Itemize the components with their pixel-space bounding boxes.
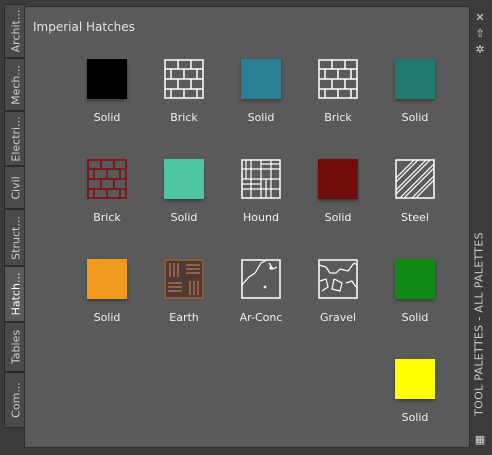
hatch-tool-solid[interactable]: Solid — [146, 159, 222, 239]
solid-swatch-icon — [318, 159, 358, 199]
close-icon[interactable]: ✕ — [474, 12, 486, 24]
hatch-tool-gravel[interactable]: Gravel — [300, 259, 376, 339]
brick-hatch-icon — [318, 59, 358, 99]
palette-title: TOOL PALETTES - ALL PALETTES — [472, 232, 486, 416]
hatch-tool-hound[interactable]: Hound — [223, 159, 299, 239]
tool-label: Solid — [401, 311, 429, 324]
palette-title-bar: ✕ ⇧ ✲ TOOL PALETTES - ALL PALETTES ▦ — [470, 4, 490, 452]
solid-swatch-icon — [87, 59, 127, 99]
tool-palette-window: Archit... Mech... Electri... Civil Struc… — [0, 0, 492, 455]
brick-hatch-icon — [164, 59, 204, 99]
tool-label: Steel — [401, 211, 429, 224]
tab-label: Com... — [9, 382, 22, 418]
palette-menu-icon[interactable]: ▦ — [474, 434, 486, 446]
hatch-tool-earth[interactable]: Earth — [146, 259, 222, 339]
palette-tab-strip: Archit... Mech... Electri... Civil Struc… — [4, 4, 26, 428]
hound-hatch-icon — [241, 159, 281, 199]
solid-swatch-icon — [164, 159, 204, 199]
tab-architectural[interactable]: Archit... — [4, 4, 26, 58]
tool-label: Earth — [169, 311, 199, 324]
solid-swatch-icon — [395, 59, 435, 99]
tab-mechanical[interactable]: Mech... — [4, 58, 26, 111]
tool-label: Hound — [243, 211, 279, 224]
hatch-tool-solid[interactable]: Solid — [377, 59, 453, 139]
tab-structural[interactable]: Struct... — [4, 209, 26, 266]
tab-command-tool-samples[interactable]: Com... — [4, 372, 26, 428]
tool-label: Brick — [324, 111, 352, 124]
hatch-tool-brick[interactable]: Brick — [300, 59, 376, 139]
tool-label: Solid — [93, 311, 121, 324]
tab-label: Mech... — [9, 64, 22, 105]
steel-hatch-icon — [395, 159, 435, 199]
section-title: Imperial Hatches — [33, 20, 135, 34]
tab-label: Archit... — [9, 9, 22, 53]
ar-conc-hatch-icon — [241, 259, 281, 299]
gravel-hatch-icon — [318, 259, 358, 299]
solid-swatch-icon — [395, 259, 435, 299]
earth-hatch-icon — [164, 259, 204, 299]
palette-content-panel: Imperial Hatches Solid Brick Solid Brick… — [24, 6, 486, 448]
properties-icon[interactable]: ✲ — [474, 44, 486, 56]
hatch-tool-brick[interactable]: Brick — [146, 59, 222, 139]
hatch-tool-solid[interactable]: Solid — [69, 59, 145, 139]
tab-label: Hatch... — [9, 272, 22, 316]
tool-label: Solid — [324, 211, 352, 224]
tool-label: Solid — [93, 111, 121, 124]
hatch-tool-solid[interactable]: Solid — [377, 259, 453, 339]
tool-label: Solid — [170, 211, 198, 224]
tool-label: Gravel — [319, 311, 357, 324]
brick-hatch-icon — [87, 159, 127, 199]
hatch-tool-solid[interactable]: Solid — [223, 59, 299, 139]
hatch-tool-ar-conc[interactable]: Ar-Conc — [223, 259, 299, 339]
solid-swatch-icon — [395, 359, 435, 399]
tool-label: Solid — [247, 111, 275, 124]
auto-hide-icon[interactable]: ⇧ — [474, 28, 486, 40]
tool-label: Brick — [170, 111, 198, 124]
tab-label: Civil — [9, 175, 22, 200]
hatch-tool-solid[interactable]: Solid — [69, 259, 145, 339]
hatch-tool-brick[interactable]: Brick — [69, 159, 145, 239]
tool-label: Brick — [93, 211, 121, 224]
tab-tables[interactable]: Tables — [4, 322, 26, 372]
solid-swatch-icon — [241, 59, 281, 99]
tab-hatches[interactable]: Hatch... — [4, 266, 26, 322]
hatch-tool-steel[interactable]: Steel — [377, 159, 453, 239]
tool-label: Solid — [401, 411, 429, 424]
tab-electrical[interactable]: Electri... — [4, 111, 26, 166]
tab-civil[interactable]: Civil — [4, 166, 26, 209]
tab-label: Struct... — [9, 215, 22, 260]
hatch-tool-solid[interactable]: Solid — [377, 359, 453, 439]
solid-swatch-icon — [87, 259, 127, 299]
hatch-tool-solid[interactable]: Solid — [300, 159, 376, 239]
tool-label: Solid — [401, 111, 429, 124]
tab-label: Electri... — [9, 115, 22, 162]
tab-label: Tables — [9, 329, 22, 365]
tool-label: Ar-Conc — [239, 311, 283, 324]
